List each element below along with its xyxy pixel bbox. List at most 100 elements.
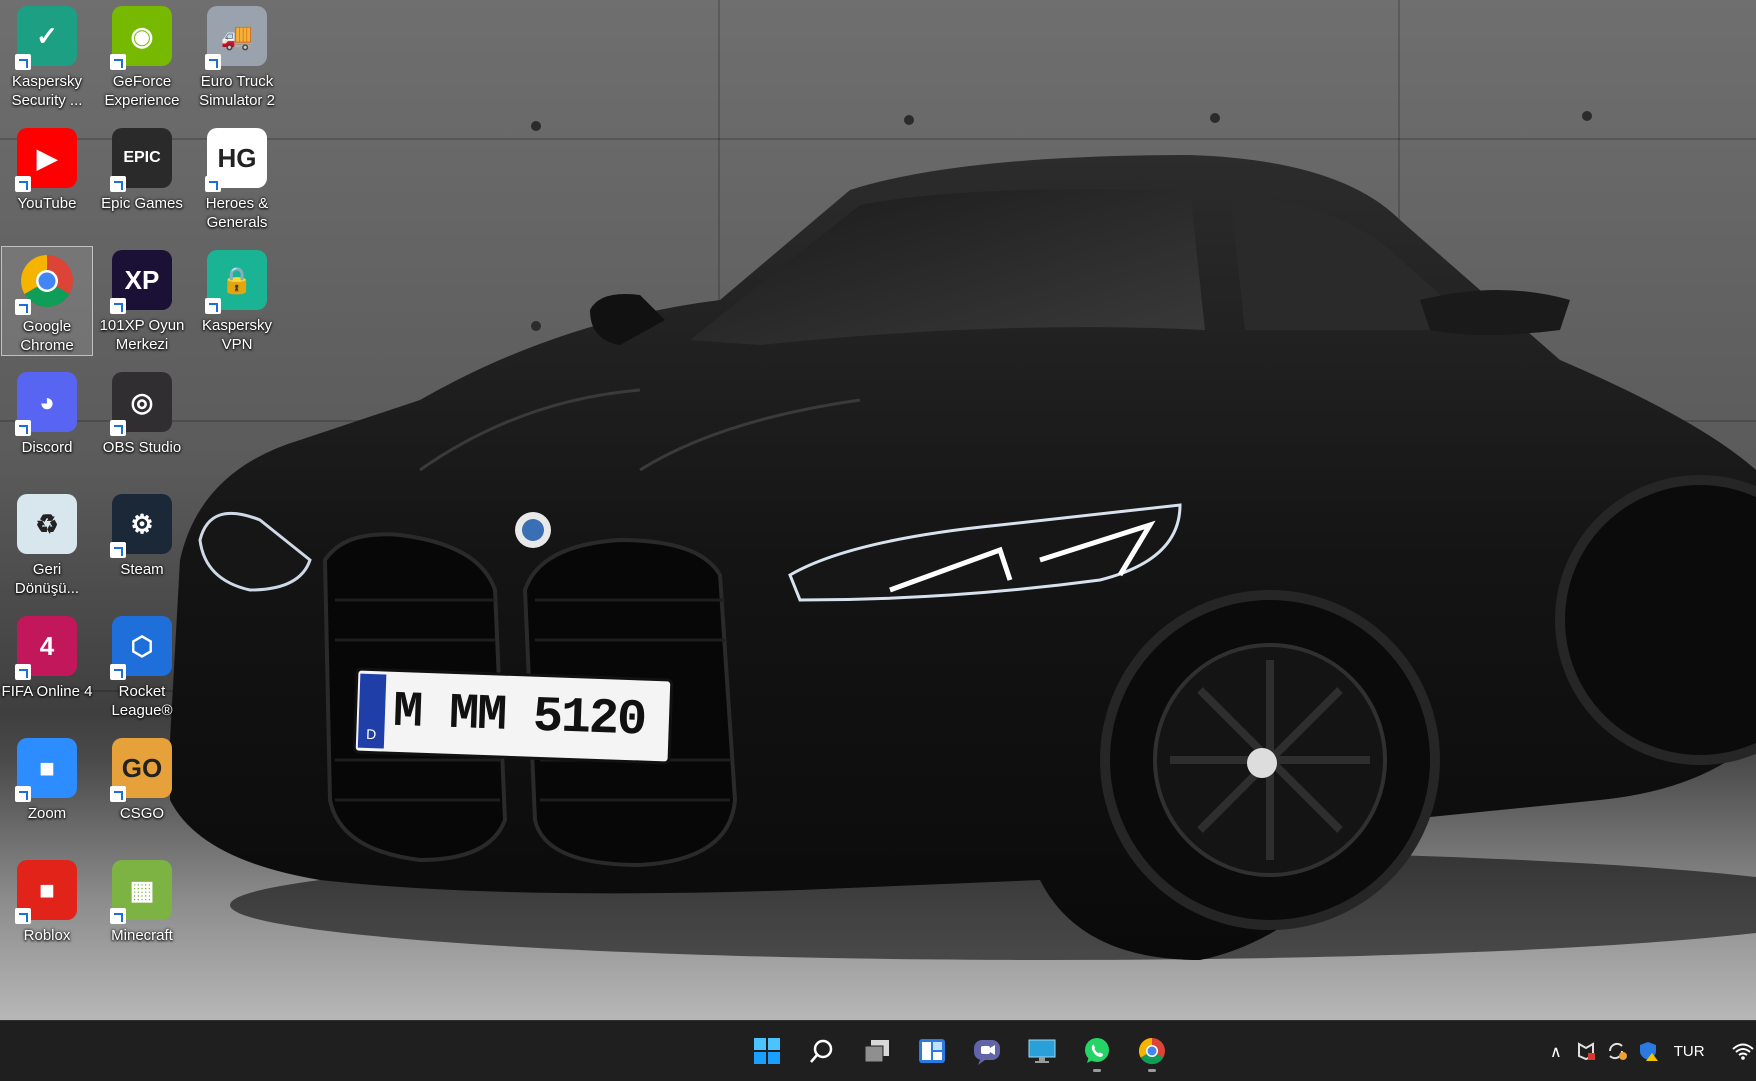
- wifi-icon[interactable]: [1731, 1041, 1755, 1061]
- desktop-icon-label: Roblox: [23, 927, 71, 944]
- shortcut-arrow-icon: [15, 299, 31, 315]
- desktop-shortcut-obs-studio[interactable]: ◎ OBS Studio: [96, 368, 188, 478]
- desktop-shortcut-google-chrome[interactable]: Google Chrome: [1, 246, 93, 356]
- shortcut-arrow-icon: [110, 542, 126, 558]
- desktop-shortcut-euro-truck-simulator[interactable]: 🚚 Euro Truck Simulator 2: [191, 2, 283, 112]
- shortcut-arrow-icon: [15, 54, 31, 70]
- desktop-shortcut-heroes-generals[interactable]: HG Heroes & Generals: [191, 124, 283, 234]
- desktop-shortcut-kaspersky-security[interactable]: ✓ Kaspersky Security ...: [1, 2, 93, 112]
- 101xp-icon: XP: [110, 250, 172, 314]
- obs-studio-icon: ◎: [110, 372, 172, 436]
- security-shield-icon[interactable]: [1638, 1040, 1660, 1062]
- desktop-icon-label: Google Chrome: [20, 318, 74, 354]
- license-plate: D M MM 5120: [352, 667, 674, 765]
- geforce-experience-icon: ◉: [110, 6, 172, 70]
- zoom-icon: ■: [15, 738, 77, 802]
- desktop-icon-label: YouTube: [17, 195, 77, 212]
- desktop-icon-label: Discord: [21, 439, 73, 456]
- shortcut-arrow-icon: [110, 786, 126, 802]
- plate-number: M MM 5120: [392, 683, 646, 750]
- widgets-icon: [919, 1039, 945, 1063]
- teams-chat-icon: [974, 1040, 1000, 1065]
- steam-icon: ⚙: [110, 494, 172, 558]
- chrome-taskbar-button[interactable]: [1132, 1031, 1172, 1072]
- shortcut-arrow-icon: [110, 908, 126, 924]
- teams-chat-button[interactable]: [967, 1031, 1007, 1071]
- windows-start-icon: [754, 1038, 780, 1064]
- whatsapp-button[interactable]: [1077, 1031, 1117, 1072]
- shortcut-arrow-icon: [110, 298, 126, 314]
- desktop-shortcut-zoom[interactable]: ■ Zoom: [1, 734, 93, 844]
- running-indicator: [1148, 1069, 1156, 1072]
- shortcut-arrow-icon: [15, 420, 31, 436]
- desktop-shortcut-rocket-league[interactable]: ⬡ Rocket League®: [96, 612, 188, 722]
- youtube-icon: ▶: [15, 128, 77, 192]
- sync-warning-icon[interactable]: [1606, 1041, 1628, 1061]
- desktop-icon-label: OBS Studio: [102, 439, 182, 456]
- desktop-shortcut-101xp[interactable]: XP 101XP Oyun Merkezi: [96, 246, 188, 356]
- search-button[interactable]: [802, 1031, 842, 1071]
- shortcut-arrow-icon: [110, 176, 126, 192]
- desktop-shortcut-kaspersky-vpn[interactable]: 🔒 Kaspersky VPN: [191, 246, 283, 356]
- shortcut-arrow-icon: [205, 176, 221, 192]
- desktop-shortcut-fifa-online[interactable]: 4 FIFA Online 4: [1, 612, 93, 722]
- desktop-icon-label: Steam: [120, 561, 164, 578]
- task-view-button[interactable]: [857, 1031, 897, 1071]
- start-button[interactable]: [747, 1031, 787, 1071]
- desktop-icon-label: Geri Dönüşü...: [14, 561, 80, 597]
- desktop-shortcut-steam[interactable]: ⚙ Steam: [96, 490, 188, 600]
- desktop-shortcut-youtube[interactable]: ▶ YouTube: [1, 124, 93, 234]
- desktop-icon-label: Euro Truck Simulator 2: [199, 73, 275, 109]
- shortcut-arrow-icon: [15, 176, 31, 192]
- desktop-icon-label: Rocket League®: [111, 683, 173, 719]
- task-view-icon: [864, 1040, 889, 1063]
- desktop-monitor-icon: [1028, 1039, 1056, 1063]
- language-indicator[interactable]: TUR: [1674, 1043, 1705, 1060]
- desktop-icon-label: Epic Games: [101, 195, 183, 212]
- running-indicator: [1093, 1069, 1101, 1072]
- recycle-bin-icon: ♻: [17, 494, 77, 554]
- widgets-button[interactable]: [912, 1031, 952, 1071]
- roblox-icon: ■: [15, 860, 77, 924]
- desktop-shortcut-epic-games[interactable]: EPIC Epic Games: [96, 124, 188, 234]
- whatsapp-icon: [1085, 1038, 1109, 1063]
- heroes-generals-icon: HG: [205, 128, 267, 192]
- desktop-shortcut-csgo[interactable]: GO CSGO: [96, 734, 188, 844]
- rocket-league-icon: ⬡: [110, 616, 172, 680]
- minecraft-icon: ▦: [110, 860, 172, 924]
- kaspersky-tray-icon[interactable]: [1576, 1041, 1596, 1061]
- desktop-app-button[interactable]: [1022, 1031, 1062, 1071]
- csgo-icon: GO: [110, 738, 172, 802]
- euro-truck-simulator-icon: 🚚: [205, 6, 267, 70]
- shortcut-arrow-icon: [15, 786, 31, 802]
- desktop-icon-label: Zoom: [27, 805, 67, 822]
- shortcut-arrow-icon: [205, 54, 221, 70]
- system-tray: ∧ TUR: [1550, 1021, 1755, 1081]
- desktop-shortcut-minecraft[interactable]: ▦ Minecraft: [96, 856, 188, 966]
- desktop-shortcut-discord[interactable]: ◕ Discord: [1, 368, 93, 478]
- kaspersky-security-icon: ✓: [15, 6, 77, 70]
- desktop: D M MM 5120 ✓ Kaspersky Security ... ◉ GeFo…: [0, 0, 1756, 1020]
- desktop-shortcut-recycle-bin[interactable]: ♻ Geri Dönüşü...: [1, 490, 93, 600]
- fifa-online-icon: 4: [15, 616, 77, 680]
- desktop-icon-label: Kaspersky Security ...: [11, 73, 83, 109]
- desktop-shortcut-geforce-experience[interactable]: ◉ GeForce Experience: [96, 2, 188, 112]
- desktop-icon-label: 101XP Oyun Merkezi: [99, 317, 185, 353]
- desktop-icon-label: Kaspersky VPN: [201, 317, 273, 353]
- plate-country-code: D: [365, 725, 377, 743]
- desktop-shortcut-roblox[interactable]: ■ Roblox: [1, 856, 93, 966]
- shortcut-arrow-icon: [110, 664, 126, 680]
- search-icon: [810, 1039, 833, 1063]
- desktop-icon-label: Heroes & Generals: [205, 195, 269, 231]
- plate-country-strip: D: [357, 673, 387, 749]
- desktop-icon-label: Minecraft: [111, 927, 173, 944]
- desktop-icon-label: FIFA Online 4: [1, 683, 93, 700]
- show-hidden-icons-chevron-icon[interactable]: ∧: [1550, 1042, 1562, 1061]
- shortcut-arrow-icon: [110, 54, 126, 70]
- shortcut-arrow-icon: [110, 420, 126, 436]
- kaspersky-vpn-icon: 🔒: [205, 250, 267, 314]
- desktop-icon-label: CSGO: [119, 805, 165, 822]
- desktop-icon-label: GeForce Experience: [104, 73, 180, 109]
- epic-games-icon: EPIC: [110, 128, 172, 192]
- google-chrome-icon: [15, 251, 77, 315]
